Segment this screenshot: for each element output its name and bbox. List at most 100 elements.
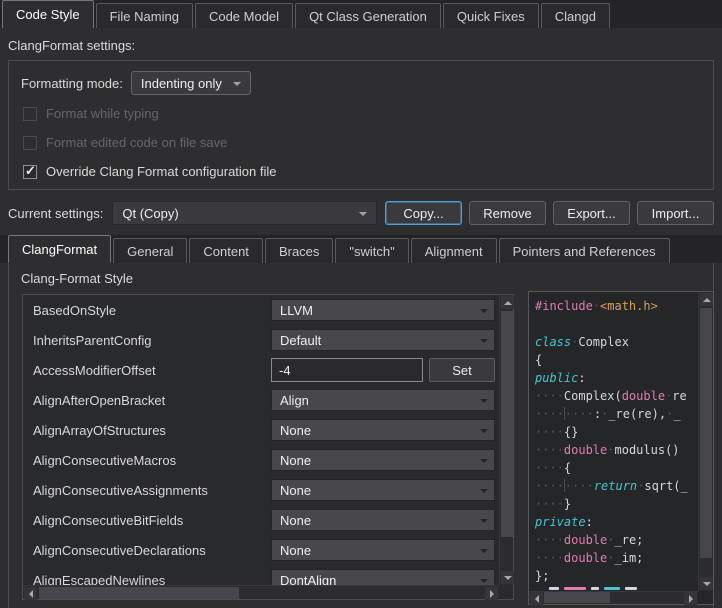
tab-label: Clangd xyxy=(555,9,596,24)
formatting-mode-label: Formatting mode: xyxy=(21,76,123,91)
checkbox-format-edited-code-on-file-save: Format edited code on file save xyxy=(21,134,701,151)
tab-general[interactable]: General xyxy=(113,238,187,263)
scroll-up-button[interactable] xyxy=(700,293,713,306)
scroll-down-button[interactable] xyxy=(700,577,713,590)
style-option-dropdown[interactable]: None xyxy=(271,539,495,561)
style-options-rows: BasedOnStyle LLVM InheritsParentConfig D… xyxy=(23,295,499,585)
style-option-row-basedonstyle: BasedOnStyle LLVM xyxy=(23,295,499,325)
style-option-dropdown[interactable]: Default xyxy=(271,329,495,351)
checkbox-icon[interactable] xyxy=(23,165,37,179)
style-option-key: AlignEscapedNewlines xyxy=(33,573,271,586)
style-option-widget: None xyxy=(271,539,495,561)
code-preview-editor[interactable]: #include·<math.h>class·Complex{public:··… xyxy=(528,291,714,605)
scrollbar-corner xyxy=(499,585,513,599)
formatting-mode-row: Formatting mode: Indenting only xyxy=(21,70,701,96)
dropdown-value: Align xyxy=(280,393,309,408)
tab-clangformat[interactable]: ClangFormat xyxy=(8,235,111,263)
dropdown-value: None xyxy=(280,513,311,528)
style-option-widget: None xyxy=(271,419,495,441)
scroll-left-button[interactable] xyxy=(24,587,37,600)
tab-clangd[interactable]: Clangd xyxy=(541,3,610,28)
tab-quick-fixes[interactable]: Quick Fixes xyxy=(443,3,539,28)
tab-code-model[interactable]: Code Model xyxy=(195,3,293,28)
scrollbar-thumb[interactable] xyxy=(501,311,513,537)
scroll-left-button[interactable] xyxy=(530,592,543,605)
style-option-dropdown[interactable]: None xyxy=(271,449,495,471)
main-content: ClangFormat settings: Formatting mode: I… xyxy=(0,28,722,226)
code-line: public: xyxy=(535,369,698,387)
style-option-widget: None xyxy=(271,449,495,471)
scrollbar-thumb[interactable] xyxy=(700,308,712,558)
clangformat-settings-label: ClangFormat settings: xyxy=(8,38,714,56)
style-option-row-alignafteropenbracket: AlignAfterOpenBracket Align xyxy=(23,385,499,415)
style-option-widget: None xyxy=(271,509,495,531)
scrollbar-thumb[interactable] xyxy=(544,592,610,603)
checkbox-icon[interactable] xyxy=(23,136,37,150)
tab-switch[interactable]: "switch" xyxy=(335,238,408,263)
tab-code-style[interactable]: Code Style xyxy=(2,0,94,28)
checkbox-icon[interactable] xyxy=(23,107,37,121)
style-option-dropdown[interactable]: DontAlign xyxy=(271,569,495,585)
chevron-down-icon xyxy=(480,399,488,407)
chevron-down-icon xyxy=(480,309,488,317)
tab-content[interactable]: Content xyxy=(189,238,263,263)
style-option-dropdown[interactable]: None xyxy=(271,419,495,441)
style-option-dropdown[interactable]: LLVM xyxy=(271,299,495,321)
dropdown-value: DontAlign xyxy=(280,573,336,586)
chevron-down-icon xyxy=(480,429,488,437)
table-horizontal-scrollbar[interactable] xyxy=(23,585,499,599)
code-style-settings-page: Code Style File Naming Code Model Qt Cla… xyxy=(0,0,722,608)
style-option-widget: None xyxy=(271,479,495,501)
scrollbar-thumb[interactable] xyxy=(39,587,239,599)
style-option-dropdown[interactable]: None xyxy=(271,509,495,531)
dropdown-value: None xyxy=(280,483,311,498)
tab-label: General xyxy=(127,244,173,259)
tab-alignment[interactable]: Alignment xyxy=(411,238,497,263)
code-line: private: xyxy=(535,513,698,531)
scroll-up-button[interactable] xyxy=(501,296,514,309)
current-settings-combobox[interactable]: Qt (Copy) xyxy=(112,201,377,225)
style-option-widget: Align xyxy=(271,389,495,411)
style-option-row-accessmodifieroffset: AccessModifierOffset Set xyxy=(23,355,499,385)
tab-qt-class-generation[interactable]: Qt Class Generation xyxy=(295,3,441,28)
preview-vertical-scrollbar[interactable] xyxy=(698,292,713,591)
preview-horizontal-scrollbar[interactable] xyxy=(529,591,698,604)
code-line: ····} xyxy=(535,495,698,513)
tab-label: File Naming xyxy=(110,9,179,24)
chevron-down-icon xyxy=(480,489,488,497)
tab-label: ClangFormat xyxy=(22,242,97,257)
code-line: #include·<math.h> xyxy=(535,297,698,315)
checkbox-override-clang-format-configuration-file[interactable]: Override Clang Format configuration file xyxy=(21,163,701,180)
code-line: ····{ xyxy=(535,459,698,477)
export-button[interactable]: Export... xyxy=(553,201,630,225)
button-label: Import... xyxy=(652,206,700,221)
tab-label: Quick Fixes xyxy=(457,9,525,24)
scroll-right-button[interactable] xyxy=(684,592,697,605)
dropdown-value: LLVM xyxy=(280,303,313,318)
formatting-mode-combobox[interactable]: Indenting only xyxy=(131,71,251,95)
remove-button[interactable]: Remove xyxy=(469,201,546,225)
style-option-input[interactable] xyxy=(271,358,423,382)
table-vertical-scrollbar[interactable] xyxy=(499,295,513,585)
scroll-right-button[interactable] xyxy=(485,587,498,600)
tab-braces[interactable]: Braces xyxy=(265,238,333,263)
style-option-key: AlignConsecutiveDeclarations xyxy=(33,543,271,558)
dropdown-value: None xyxy=(280,453,311,468)
style-option-row-alignescapednewlines: AlignEscapedNewlines DontAlign xyxy=(23,565,499,585)
tab-file-naming[interactable]: File Naming xyxy=(96,3,193,28)
button-label: Export... xyxy=(567,206,615,221)
style-option-dropdown[interactable]: Align xyxy=(271,389,495,411)
button-label: Remove xyxy=(483,206,531,221)
style-option-widget: DontAlign xyxy=(271,569,495,585)
scroll-down-button[interactable] xyxy=(501,571,514,584)
set-button[interactable]: Set xyxy=(429,358,495,382)
tab-pointers-and-references[interactable]: Pointers and References xyxy=(499,238,670,263)
copy-button[interactable]: Copy... xyxy=(385,201,462,225)
import-button[interactable]: Import... xyxy=(637,201,714,225)
code-line: ····double·modulus() xyxy=(535,441,698,459)
current-settings-label: Current settings: xyxy=(8,206,103,221)
code-line: ····double·_im; xyxy=(535,549,698,567)
checkbox-label: Format while typing xyxy=(46,106,159,121)
code-line: ········:·_re(re),·_ xyxy=(535,405,698,423)
style-option-dropdown[interactable]: None xyxy=(271,479,495,501)
